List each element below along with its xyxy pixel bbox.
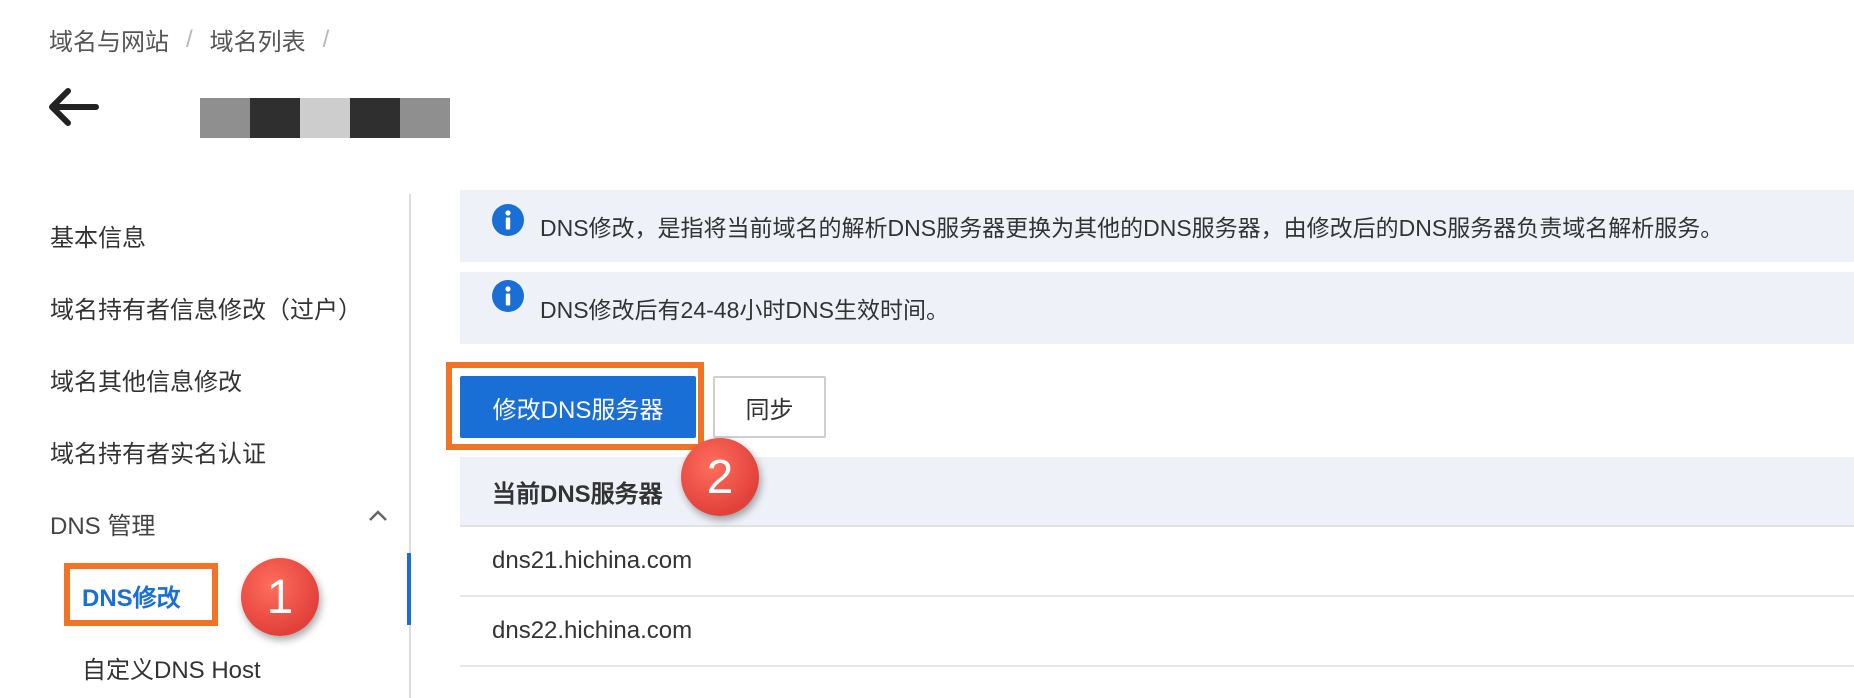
info-icon [492,204,524,236]
info-notice: DNS修改，是指将当前域名的解析DNS服务器更换为其他的DNS服务器，由修改后的… [460,190,1854,262]
sidebar-group-dns-management[interactable]: DNS 管理 [50,506,155,541]
sidebar-item-custom-dns-host[interactable]: 自定义DNS Host [82,650,261,685]
step-badge-2: 2 [681,438,759,516]
table-row: dns21.hichina.com [460,527,1854,597]
dns-server-table: 当前DNS服务器 dns21.hichina.com dns22.hichina… [460,457,1854,667]
breadcrumb-item-domains-sites[interactable]: 域名与网站 [49,22,169,57]
info-icon-glyph [505,210,511,230]
redacted-domain-name [200,98,450,138]
notice-text: DNS修改，是指将当前域名的解析DNS服务器更换为其他的DNS服务器，由修改后的… [540,215,1724,241]
sidebar-item-realname-verify[interactable]: 域名持有者实名认证 [50,434,266,469]
breadcrumb-item-domain-list[interactable]: 域名列表 [210,22,306,57]
sidebar-item-other-info[interactable]: 域名其他信息修改 [50,362,242,397]
highlight-box-dns-modify [64,563,218,626]
sidebar-item-basic-info[interactable]: 基本信息 [50,218,146,253]
table-row: dns22.hichina.com [460,597,1854,667]
arrow-left-icon [49,88,99,126]
back-button[interactable] [44,82,102,132]
breadcrumb-separator: / [322,25,330,53]
info-icon [492,280,524,312]
sidebar-active-indicator [407,553,411,625]
info-icon-glyph [505,286,511,306]
breadcrumb-separator: / [186,25,193,53]
highlight-box-modify-button [446,362,704,450]
chevron-up-icon[interactable] [368,508,388,522]
notice-text: DNS修改后有24-48小时DNS生效时间。 [540,297,949,323]
table-header: 当前DNS服务器 [460,457,1854,527]
breadcrumb: 域名与网站 / 域名列表 / [49,22,346,57]
info-notice: DNS修改后有24-48小时DNS生效时间。 [460,272,1854,344]
sidebar-item-owner-change[interactable]: 域名持有者信息修改（过户） [50,290,362,325]
sync-button[interactable]: 同步 [713,376,826,438]
step-badge-1: 1 [241,558,319,636]
